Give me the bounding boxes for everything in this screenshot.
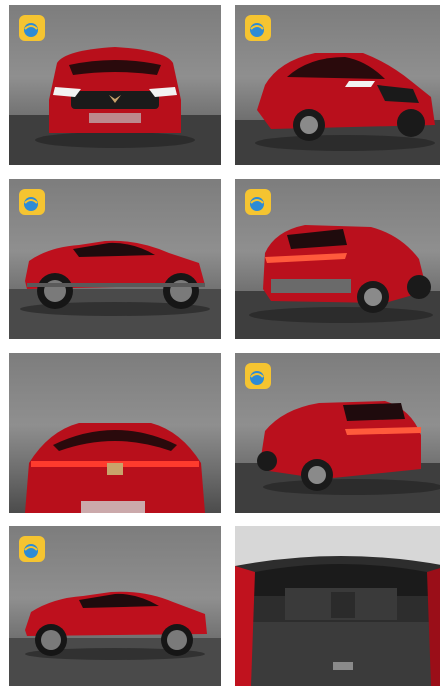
photo-front[interactable] <box>9 5 221 165</box>
watermark-logo-icon <box>19 15 45 41</box>
photo-rear-three-quarter-left[interactable] <box>235 353 440 513</box>
watermark-logo-icon <box>245 15 271 41</box>
photo-rear-three-quarter[interactable] <box>235 179 440 339</box>
photo-side-left-far[interactable] <box>9 526 221 686</box>
photo-front-three-quarter[interactable] <box>235 5 440 165</box>
watermark-logo-icon <box>19 189 45 215</box>
watermark-logo-icon <box>245 363 271 389</box>
trunk-interior-image <box>235 526 440 686</box>
watermark-logo-icon <box>245 189 271 215</box>
photo-rear-closeup[interactable] <box>9 353 221 513</box>
watermark-logo-icon <box>19 536 45 562</box>
car-rear-closeup-image <box>25 423 205 513</box>
photo-gallery <box>0 0 440 686</box>
photo-side-left[interactable] <box>9 179 221 339</box>
photo-trunk-interior[interactable] <box>235 526 440 686</box>
